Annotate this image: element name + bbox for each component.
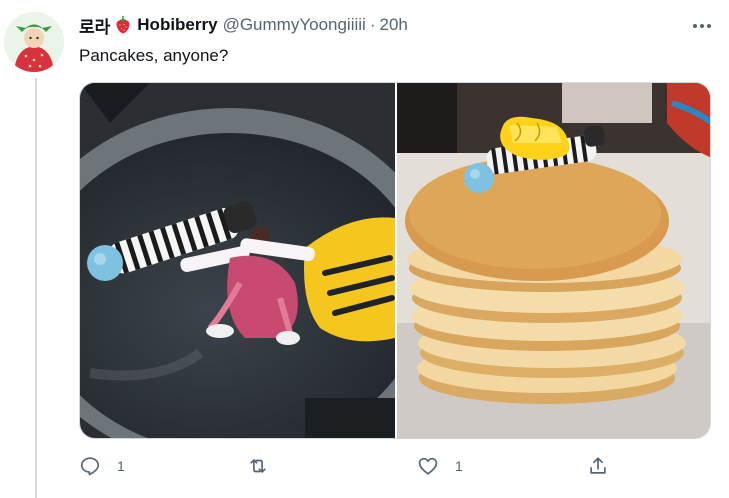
strawberry-costume-avatar-icon bbox=[4, 12, 64, 72]
tweet-timestamp[interactable]: 20h bbox=[380, 15, 408, 35]
author-korean-name[interactable]: 로라 bbox=[79, 13, 110, 38]
thread-line bbox=[35, 78, 37, 498]
share-button[interactable] bbox=[587, 452, 609, 480]
reply-button[interactable]: 1 bbox=[79, 452, 125, 480]
photo-pancake-stack-with-butter-icon bbox=[397, 83, 710, 438]
tweet-text: Pancakes, anyone? bbox=[79, 46, 229, 65]
tweet-media bbox=[79, 82, 711, 439]
share-icon bbox=[590, 457, 606, 474]
reply-count: 1 bbox=[117, 458, 125, 474]
avatar[interactable] bbox=[4, 12, 64, 72]
tweet-header: 로라 Hobiberry @GummyYoongiiiii · 20h bbox=[79, 13, 408, 38]
retweet-button[interactable] bbox=[247, 452, 285, 480]
author-handle[interactable]: @GummyYoongiiiii bbox=[223, 15, 366, 35]
reply-icon bbox=[80, 457, 100, 476]
author-display-name[interactable]: Hobiberry bbox=[137, 15, 217, 35]
retweet-icon bbox=[250, 459, 266, 473]
heart-icon bbox=[418, 457, 438, 475]
like-button[interactable]: 1 bbox=[417, 452, 463, 480]
media-photo-2[interactable] bbox=[397, 83, 710, 438]
more-options-button[interactable] bbox=[690, 14, 714, 38]
strawberry-icon bbox=[115, 16, 131, 34]
photo-frying-pan-with-tiny-people-icon bbox=[80, 83, 445, 438]
media-photo-1[interactable] bbox=[80, 83, 445, 438]
more-horizontal-icon bbox=[693, 24, 711, 28]
separator-dot: · bbox=[369, 15, 376, 34]
like-count: 1 bbox=[455, 458, 463, 474]
tweet-actions: 1 1 bbox=[79, 452, 639, 480]
